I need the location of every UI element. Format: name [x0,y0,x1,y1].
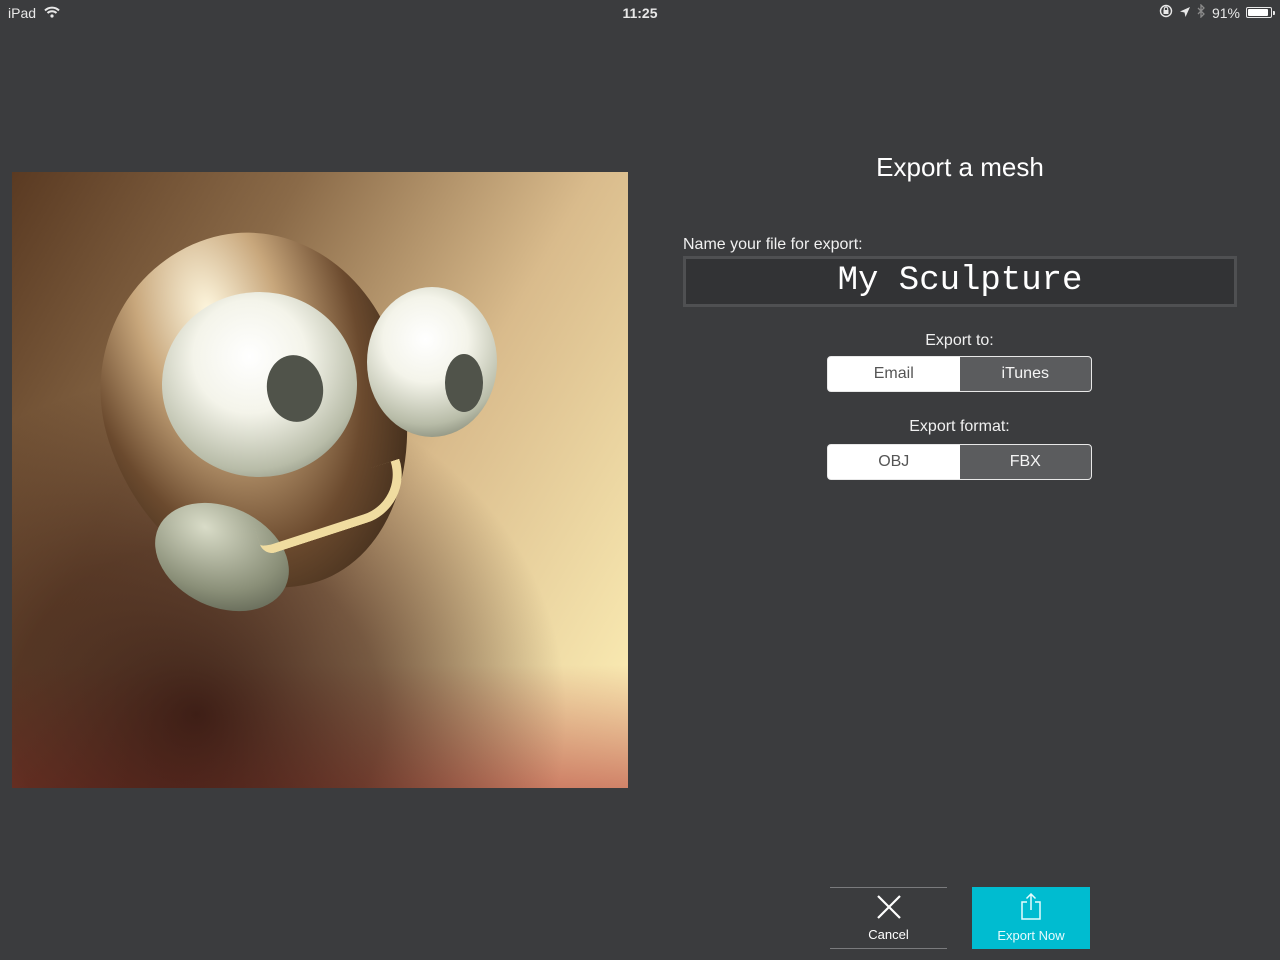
export-format-segmented-control: OBJ FBX [827,444,1092,480]
filename-label: Name your file for export: [683,236,863,253]
sculpture-preview [12,172,628,788]
sculpture-right-pupil [445,354,483,412]
status-bar: iPad 11:25 91% [0,0,1280,26]
filename-input[interactable]: My Sculpture [683,256,1237,307]
export-now-button[interactable]: Export Now [972,887,1090,949]
close-icon [876,894,902,925]
format-fbx-option[interactable]: FBX [959,445,1091,479]
status-left: iPad [8,5,60,21]
cancel-button[interactable]: Cancel [830,887,947,949]
export-format-label: Export format: [909,418,1010,435]
export-to-segmented-control: Email iTunes [827,356,1092,392]
status-time: 11:25 [622,5,658,21]
sculpture-left-eye [162,292,357,477]
share-icon [1019,892,1043,926]
bluetooth-icon [1197,3,1206,21]
export-to-label: Export to: [925,332,994,349]
device-name: iPad [8,5,37,21]
page-title: Export a mesh [876,152,1044,182]
format-obj-option[interactable]: OBJ [828,445,960,479]
location-icon [1179,5,1191,21]
status-right: 91% [1159,3,1275,21]
orientation-lock-icon [1159,4,1173,21]
battery-percent: 91% [1211,4,1240,21]
export-now-label: Export Now [997,928,1065,943]
wifi-icon [44,5,60,21]
cancel-label: Cancel [868,927,909,942]
battery-icon [1246,7,1275,18]
export-to-itunes-option[interactable]: iTunes [959,357,1091,391]
export-to-email-option[interactable]: Email [828,357,960,391]
